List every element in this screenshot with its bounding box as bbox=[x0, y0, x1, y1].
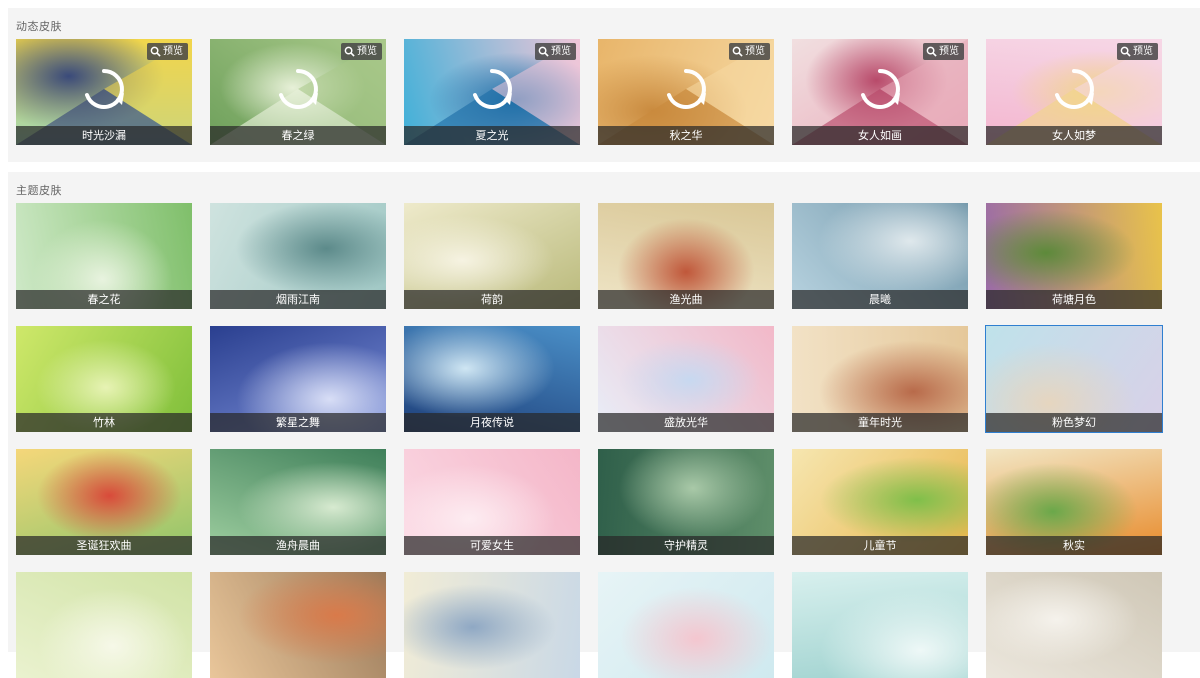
theme-skin-tile[interactable]: 竹林 bbox=[16, 326, 192, 432]
skin-name-caption: 繁星之舞 bbox=[210, 413, 386, 432]
skin-thumbnail-image bbox=[210, 572, 386, 678]
skin-name-caption: 月夜传说 bbox=[404, 413, 580, 432]
theme-skin-tile[interactable] bbox=[598, 572, 774, 678]
theme-skin-tile[interactable]: 守护精灵 bbox=[598, 449, 774, 555]
preview-button[interactable]: 预览 bbox=[1117, 43, 1158, 60]
theme-skin-tile[interactable]: 繁星之舞 bbox=[210, 326, 386, 432]
search-icon bbox=[732, 46, 743, 57]
dynamic-skin-tile[interactable]: 预览女人如梦 bbox=[986, 39, 1162, 145]
dynamic-skins-section: 动态皮肤 预览 时光沙漏 预览 春之绿 预览 夏之光 预览 秋之华 预览 女人如画 预览 女人如梦 bbox=[8, 8, 1200, 162]
theme-skin-tile[interactable]: 月夜传说 bbox=[404, 326, 580, 432]
skin-thumbnail-image bbox=[598, 572, 774, 678]
dynamic-skin-tile[interactable]: 预览春之绿 bbox=[210, 39, 386, 145]
skin-name-caption: 渔舟晨曲 bbox=[210, 536, 386, 555]
search-icon bbox=[150, 46, 161, 57]
preview-label: 预览 bbox=[551, 46, 571, 57]
rotate-animation-icon bbox=[85, 69, 124, 109]
theme-skin-tile[interactable]: 春之花 bbox=[16, 203, 192, 309]
skin-name-caption: 可爱女生 bbox=[404, 536, 580, 555]
preview-label: 预览 bbox=[163, 46, 183, 57]
theme-skin-tile[interactable]: 盛放光华 bbox=[598, 326, 774, 432]
theme-skin-tile[interactable] bbox=[986, 572, 1162, 678]
skin-name-caption: 竹林 bbox=[16, 413, 192, 432]
preview-button[interactable]: 预览 bbox=[923, 43, 964, 60]
skin-name-caption: 春之花 bbox=[16, 290, 192, 309]
rotate-animation-icon bbox=[473, 69, 512, 109]
skin-name-caption: 烟雨江南 bbox=[210, 290, 386, 309]
skin-thumbnail-image bbox=[986, 572, 1162, 678]
preview-label: 预览 bbox=[1133, 46, 1153, 57]
search-icon bbox=[926, 46, 937, 57]
skin-name-caption: 夏之光 bbox=[404, 126, 580, 145]
theme-skin-tile[interactable]: 秋实 bbox=[986, 449, 1162, 555]
dynamic-skin-tile[interactable]: 预览时光沙漏 bbox=[16, 39, 192, 145]
skin-thumbnail-image bbox=[792, 572, 968, 678]
theme-skin-tile[interactable]: 荷塘月色 bbox=[986, 203, 1162, 309]
theme-skin-tile[interactable]: 渔舟晨曲 bbox=[210, 449, 386, 555]
rotate-animation-icon bbox=[1055, 69, 1094, 109]
theme-skins-section: 主题皮肤 春之花 烟雨江南 荷韵 渔光曲 晨曦 荷塘月色竹林 繁星之舞 月夜传说 盛放光华 童年时… bbox=[8, 172, 1200, 678]
theme-skin-tile[interactable]: 烟雨江南 bbox=[210, 203, 386, 309]
theme-skins-title: 主题皮肤 bbox=[16, 184, 62, 197]
dynamic-skin-tile[interactable]: 预览秋之华 bbox=[598, 39, 774, 145]
skin-name-caption: 盛放光华 bbox=[598, 413, 774, 432]
rotate-animation-icon bbox=[279, 69, 318, 109]
skin-name-caption: 晨曦 bbox=[792, 290, 968, 309]
theme-skin-tile[interactable]: 渔光曲 bbox=[598, 203, 774, 309]
preview-label: 预览 bbox=[357, 46, 377, 57]
dynamic-skins-title: 动态皮肤 bbox=[16, 20, 62, 33]
theme-skin-tile[interactable]: 圣诞狂欢曲 bbox=[16, 449, 192, 555]
rotate-animation-icon bbox=[861, 69, 900, 109]
skin-name-caption: 渔光曲 bbox=[598, 290, 774, 309]
skin-name-caption: 时光沙漏 bbox=[16, 126, 192, 145]
dynamic-skin-tile[interactable]: 预览夏之光 bbox=[404, 39, 580, 145]
theme-skin-tile[interactable] bbox=[404, 572, 580, 678]
theme-skin-tile[interactable]: 晨曦 bbox=[792, 203, 968, 309]
skin-name-caption: 女人如画 bbox=[792, 126, 968, 145]
preview-button[interactable]: 预览 bbox=[147, 43, 188, 60]
skin-thumbnail-image bbox=[16, 572, 192, 678]
skin-name-caption: 荷塘月色 bbox=[986, 290, 1162, 309]
skin-name-caption: 春之绿 bbox=[210, 126, 386, 145]
theme-skin-tile[interactable] bbox=[16, 572, 192, 678]
preview-label: 预览 bbox=[939, 46, 959, 57]
theme-skin-tile[interactable]: 可爱女生 bbox=[404, 449, 580, 555]
dynamic-skin-tile[interactable]: 预览女人如画 bbox=[792, 39, 968, 145]
skin-name-caption: 守护精灵 bbox=[598, 536, 774, 555]
skin-name-caption: 秋之华 bbox=[598, 126, 774, 145]
preview-button[interactable]: 预览 bbox=[729, 43, 770, 60]
skin-name-caption: 童年时光 bbox=[792, 413, 968, 432]
skin-name-caption: 女人如梦 bbox=[986, 126, 1162, 145]
search-icon bbox=[344, 46, 355, 57]
rotate-animation-icon bbox=[667, 69, 706, 109]
skin-thumbnail-image bbox=[404, 572, 580, 678]
theme-skin-tile[interactable] bbox=[210, 572, 386, 678]
search-icon bbox=[538, 46, 549, 57]
theme-skin-tile[interactable]: 粉色梦幻 bbox=[985, 325, 1163, 433]
skin-name-caption: 儿童节 bbox=[792, 536, 968, 555]
theme-skin-tile[interactable]: 童年时光 bbox=[792, 326, 968, 432]
search-icon bbox=[1120, 46, 1131, 57]
preview-button[interactable]: 预览 bbox=[341, 43, 382, 60]
theme-skin-tile[interactable]: 荷韵 bbox=[404, 203, 580, 309]
skin-name-caption: 圣诞狂欢曲 bbox=[16, 536, 192, 555]
preview-label: 预览 bbox=[745, 46, 765, 57]
preview-button[interactable]: 预览 bbox=[535, 43, 576, 60]
skin-name-caption: 粉色梦幻 bbox=[986, 413, 1162, 432]
skin-name-caption: 荷韵 bbox=[404, 290, 580, 309]
skin-name-caption: 秋实 bbox=[986, 536, 1162, 555]
theme-skin-tile[interactable]: 儿童节 bbox=[792, 449, 968, 555]
theme-skin-tile[interactable] bbox=[792, 572, 968, 678]
